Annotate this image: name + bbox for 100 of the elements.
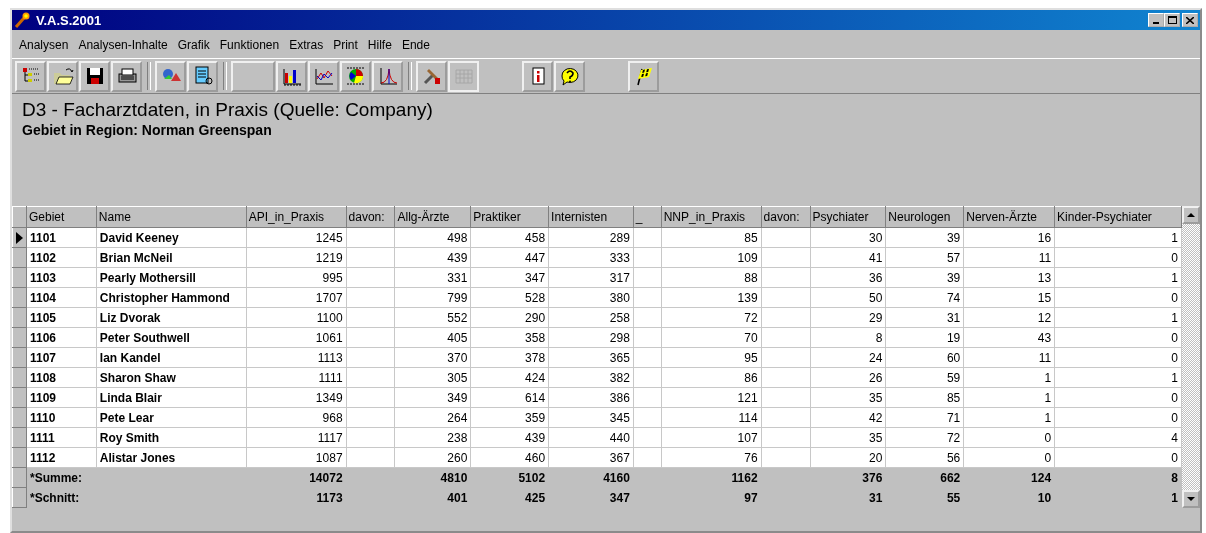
column-header[interactable]: Nerven-Ärzte (963, 206, 1055, 228)
toolbar-button[interactable] (554, 60, 585, 92)
number-cell: 0 (1044, 450, 1052, 465)
column-header[interactable]: NNP_in_Praxis (661, 206, 762, 228)
close-icon (1186, 16, 1194, 24)
number-cell: 0 (1171, 450, 1178, 465)
text-cell: Brian McNeil (99, 250, 173, 265)
report-subtitle: Gebiet in Region: Norman Greenspan (22, 121, 273, 139)
maximize-icon (1167, 16, 1177, 24)
number-cell: 121 (737, 390, 758, 405)
number-cell: 0 (1171, 410, 1178, 425)
number-cell: 447 (525, 250, 546, 265)
toolbar-button[interactable] (79, 60, 110, 92)
number-cell: 289 (609, 230, 630, 245)
summary-value: 425 (525, 490, 546, 505)
menu-item[interactable]: Analysen (14, 38, 74, 52)
column-header[interactable]: Kinder-Psychiater (1054, 206, 1182, 228)
text-cell: Linda Blair (99, 390, 162, 405)
number-cell: 0 (1171, 350, 1178, 365)
number-cell: 76 (744, 450, 758, 465)
number-cell: 39 (946, 270, 961, 285)
summary-value: 8 (1171, 470, 1178, 485)
toolbar-button[interactable] (308, 60, 339, 92)
text-cell: 1107 (29, 350, 56, 365)
number-cell: 24 (869, 350, 883, 365)
text-cell: 1102 (29, 250, 56, 265)
number-cell: 458 (525, 230, 546, 245)
summary-value: 4160 (603, 470, 630, 485)
column-header[interactable]: Praktiker (470, 206, 549, 228)
summary-value: 1162 (731, 470, 758, 485)
minimize-button[interactable] (1148, 13, 1164, 27)
number-cell: 1117 (317, 430, 343, 445)
column-header[interactable]: Internisten (548, 206, 634, 228)
number-cell: 20 (869, 450, 883, 465)
column-header[interactable]: davon: (761, 206, 810, 228)
number-cell: 460 (525, 450, 546, 465)
number-cell: 59 (946, 370, 961, 385)
number-cell: 260 (447, 450, 468, 465)
column-header[interactable]: davon: (346, 206, 395, 228)
number-cell: 333 (609, 250, 630, 265)
number-cell: 347 (525, 270, 546, 285)
toolbar-button[interactable] (187, 60, 218, 92)
menu-item[interactable]: Print (328, 38, 363, 52)
number-cell: 1100 (316, 310, 343, 325)
vertical-scrollbar[interactable] (1182, 206, 1200, 508)
number-cell: 71 (946, 410, 961, 425)
summary-value: 376 (862, 470, 883, 485)
menu-item[interactable]: Ende (396, 38, 435, 52)
text-cell: 1106 (29, 330, 56, 345)
column-header[interactable]: Allg-Ärzte (395, 206, 471, 228)
column-header[interactable]: API_in_Praxis (246, 206, 347, 228)
number-cell: 1 (1044, 370, 1052, 385)
summary-value: 10 (1037, 490, 1052, 505)
number-cell: 0 (1171, 250, 1178, 265)
number-cell: 1 (1171, 270, 1178, 285)
toolbar-button[interactable] (522, 60, 553, 92)
summary-label: *Summe: (29, 470, 82, 485)
menu-item[interactable]: Hilfe (362, 38, 397, 52)
number-cell: 331 (447, 270, 468, 285)
summary-value: 55 (946, 490, 961, 505)
scroll-down-button[interactable] (1182, 490, 1200, 508)
number-cell: 365 (609, 350, 630, 365)
menu-item[interactable]: Grafik (172, 38, 215, 52)
column-header[interactable]: Name (96, 206, 247, 228)
close-button[interactable] (1182, 13, 1198, 27)
menu-item[interactable]: Funktionen (214, 38, 285, 52)
maximize-button[interactable] (1164, 13, 1180, 27)
number-cell: 378 (525, 350, 546, 365)
toolbar-button[interactable] (628, 60, 659, 92)
number-cell: 345 (609, 410, 630, 425)
menu-item[interactable]: Extras (284, 38, 329, 52)
number-cell: 85 (744, 230, 758, 245)
up-arrow-icon (1187, 213, 1195, 217)
toolbar-button[interactable] (276, 60, 307, 92)
text-cell: Peter Southwell (99, 330, 190, 345)
number-cell: 258 (609, 310, 630, 325)
number-cell: 1 (1044, 390, 1052, 405)
number-cell: 1 (1171, 370, 1178, 385)
text-cell: 1104 (29, 290, 56, 305)
column-header[interactable]: Neurologen (885, 206, 964, 228)
text-cell: Sharon Shaw (99, 370, 176, 385)
scroll-up-button[interactable] (1182, 206, 1200, 224)
number-cell: 1349 (315, 390, 343, 405)
number-cell: 35 (869, 430, 883, 445)
menu-item[interactable]: Analysen-Inhalte (73, 38, 173, 52)
column-header[interactable]: _ (633, 206, 662, 228)
number-cell: 367 (609, 450, 630, 465)
number-cell: 799 (447, 290, 468, 305)
number-cell: 380 (609, 290, 630, 305)
summary-value: 347 (609, 490, 630, 505)
column-header[interactable]: Psychiater (810, 206, 886, 228)
summary-value: 1173 (316, 490, 343, 505)
column-header[interactable]: Gebiet (26, 206, 97, 228)
down-arrow-icon (1187, 497, 1195, 501)
summary-value: 662 (940, 470, 961, 485)
text-cell: 1108 (29, 370, 56, 385)
toolbar-button[interactable] (111, 60, 142, 92)
toolbar-button[interactable] (340, 60, 371, 92)
number-cell: 552 (447, 310, 468, 325)
report-title: D3 - Facharztdaten, in Praxis (Quelle: Company) (22, 99, 434, 121)
